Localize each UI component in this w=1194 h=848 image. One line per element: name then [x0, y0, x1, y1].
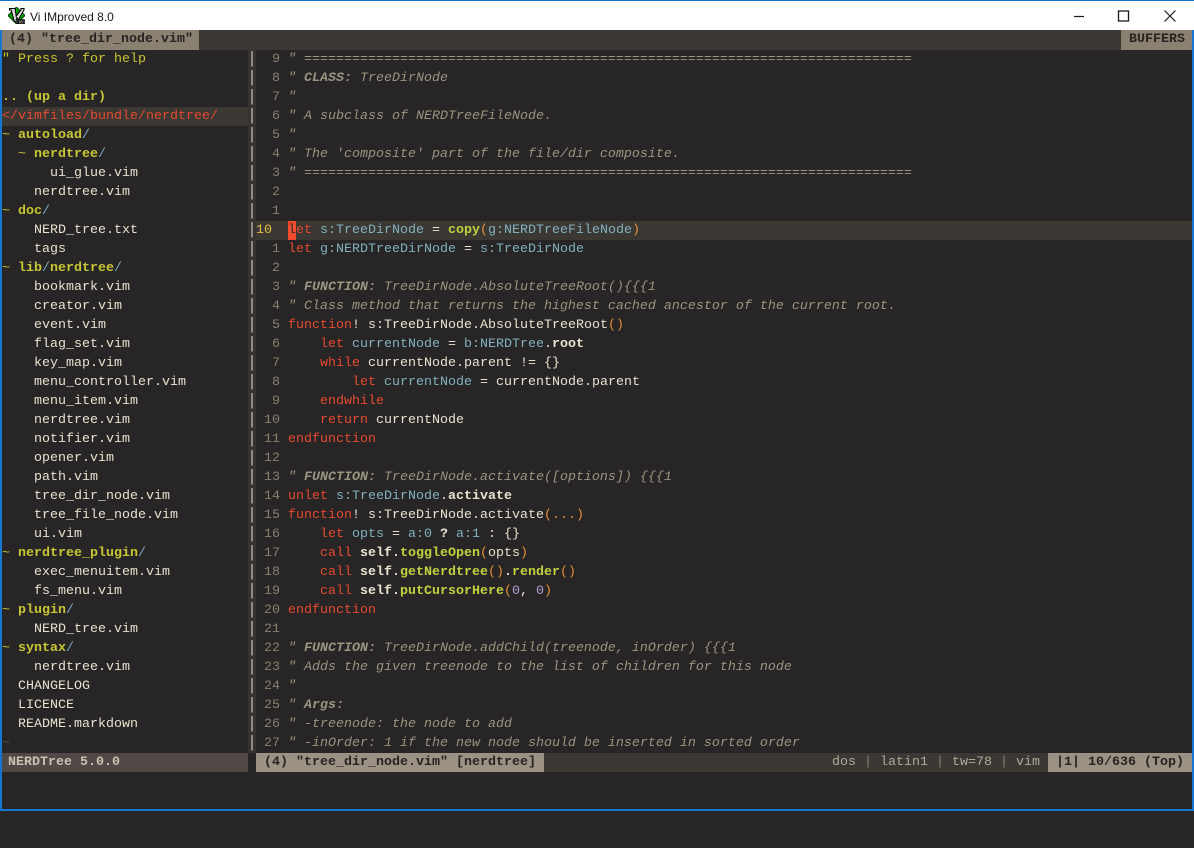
svg-text:im: im — [16, 16, 25, 25]
